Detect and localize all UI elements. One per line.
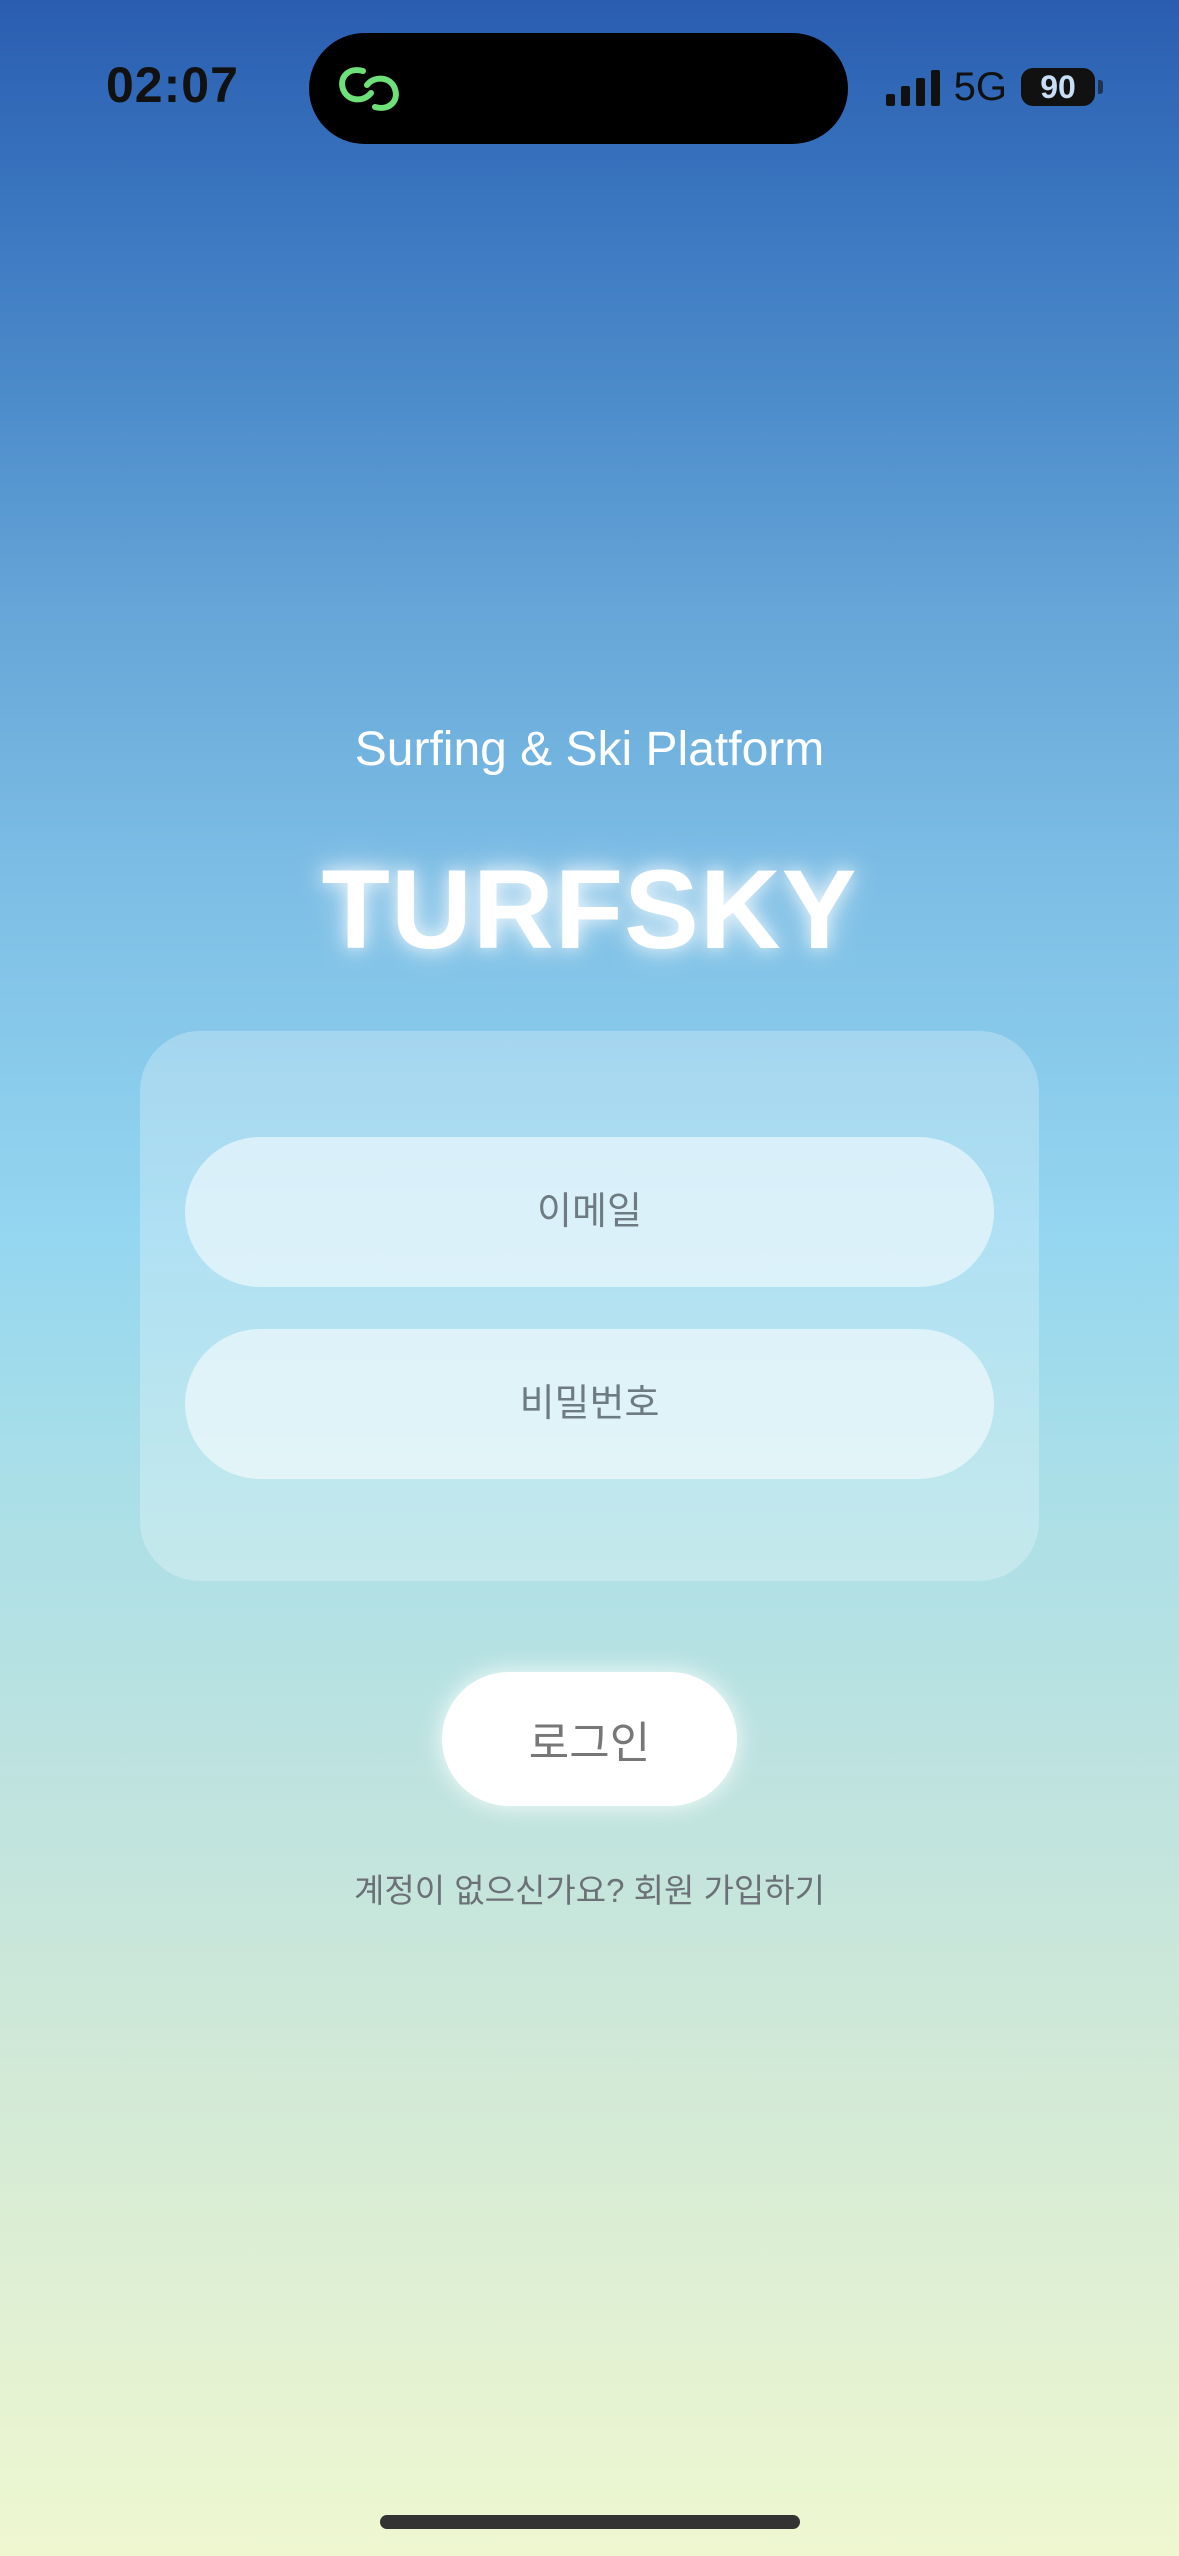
- status-indicators: 5G 90: [885, 62, 1103, 112]
- signup-link[interactable]: 계정이 없으신가요? 회원 가입하기: [0, 1864, 1179, 1912]
- link-icon: [339, 67, 399, 111]
- email-field[interactable]: [185, 1137, 994, 1287]
- app-subtitle: Surfing & Ski Platform: [354, 723, 825, 776]
- home-indicator[interactable]: [380, 2515, 800, 2529]
- app-title: TURFSKY: [321, 847, 858, 972]
- status-time: 02:07: [106, 57, 239, 113]
- battery-level: 90: [1040, 68, 1076, 105]
- battery-icon: 90: [1021, 68, 1103, 106]
- login-form-card: [140, 1031, 1039, 1581]
- dynamic-island: [309, 33, 848, 144]
- login-button[interactable]: 로그인: [442, 1672, 737, 1806]
- cellular-signal-icon: [885, 68, 940, 106]
- password-field[interactable]: [185, 1329, 994, 1479]
- network-type: 5G: [953, 64, 1007, 109]
